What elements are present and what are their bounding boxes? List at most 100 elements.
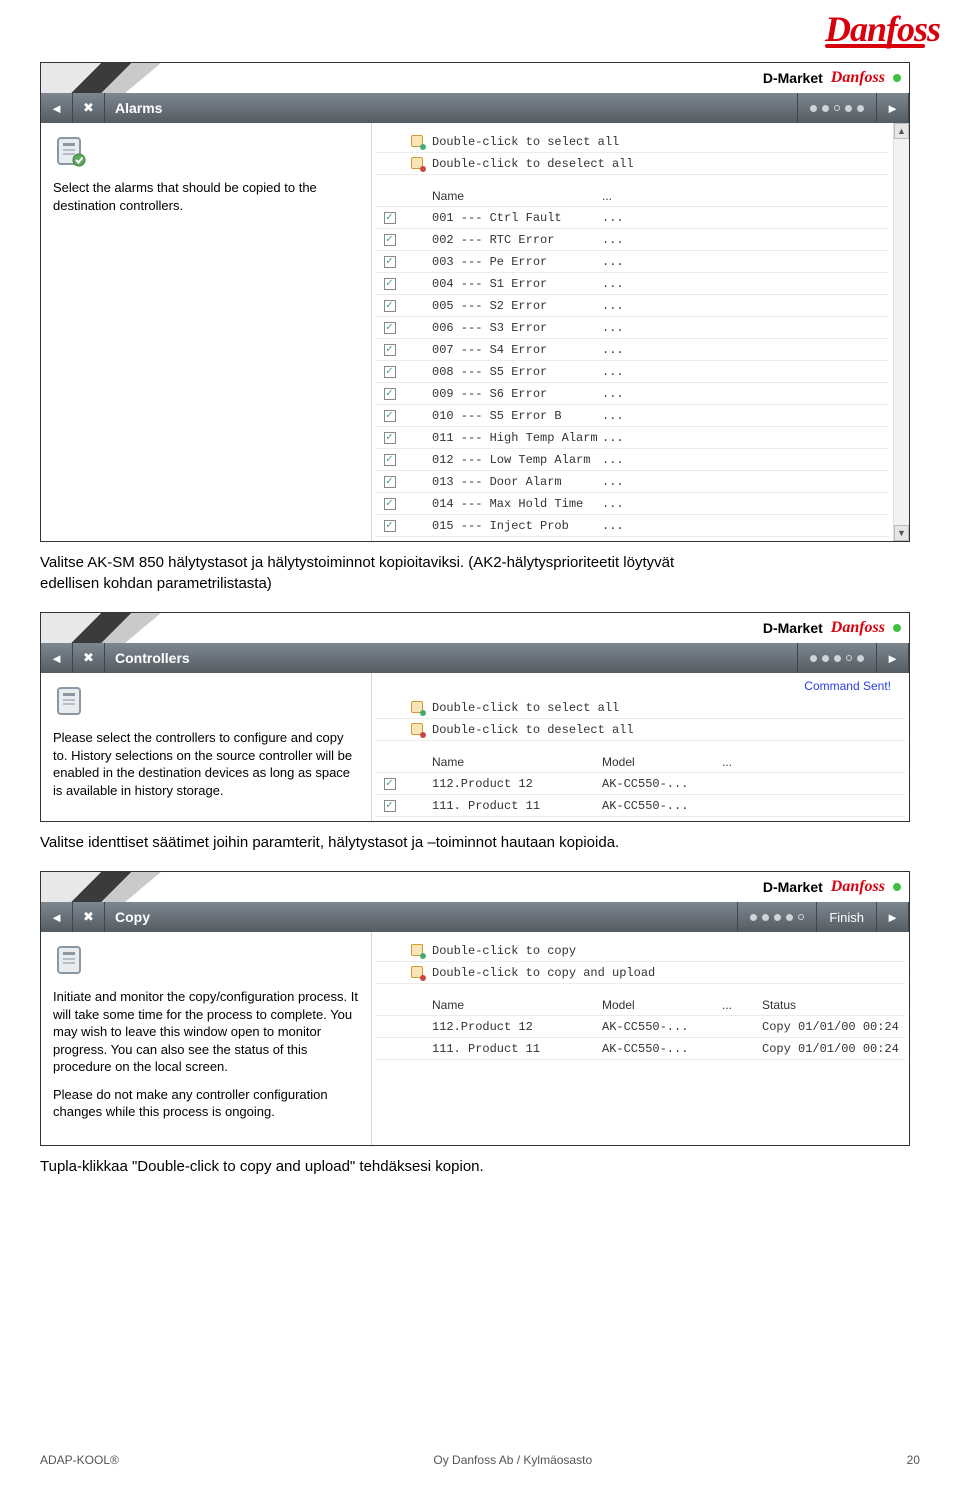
list-item[interactable]: 005 --- S2 Error... [376, 295, 889, 317]
footer-center: Oy Danfoss Ab / Kylmäosasto [433, 1453, 592, 1467]
checkbox[interactable] [384, 234, 396, 246]
list-item[interactable]: 012 --- Low Temp Alarm... [376, 449, 889, 471]
list-item[interactable]: 002 --- RTC Error... [376, 229, 889, 251]
close-button[interactable]: ✖ [73, 643, 105, 673]
list-item[interactable]: 006 --- S3 Error... [376, 317, 889, 339]
copy-row[interactable]: Double-click to copy [376, 940, 905, 962]
finish-button[interactable]: Finish [817, 902, 877, 932]
caption-2: Valitse identtiset säätimet joihin param… [40, 832, 920, 853]
toolbar-title: Controllers [105, 643, 798, 673]
header-label: D-Market [763, 879, 823, 895]
checkbox[interactable] [384, 778, 396, 790]
list-item[interactable]: 111. Product 11AK-CC550-... [376, 795, 905, 817]
status-dot-icon [893, 74, 901, 82]
item-name: 012 --- Low Temp Alarm [432, 453, 602, 467]
checkbox[interactable] [384, 212, 396, 224]
item-status: Copy 01/01/00 00:24 [762, 1020, 905, 1034]
item-name: 013 --- Door Alarm [432, 475, 602, 489]
command-sent-label: Command Sent! [804, 679, 891, 693]
item-name: 004 --- S1 Error [432, 277, 602, 291]
corner-art [41, 613, 161, 643]
window-controllers: D-Market Danfoss ◄ ✖ Controllers ► Pleas… [40, 612, 910, 822]
list-item[interactable]: 011 --- High Temp Alarm... [376, 427, 889, 449]
list-item[interactable]: 111. Product 11AK-CC550-...Copy 01/01/00… [376, 1038, 905, 1060]
list-item[interactable]: 010 --- S5 Error B... [376, 405, 889, 427]
instructions: Initiate and monitor the copy/configurat… [53, 988, 359, 1121]
item-status: Copy 01/01/00 00:24 [762, 1042, 905, 1056]
item-name: 010 --- S5 Error B [432, 409, 602, 423]
close-button[interactable]: ✖ [73, 902, 105, 932]
header-logo-icon: Danfoss [831, 69, 885, 87]
list-header: Name Model ... Status [376, 994, 905, 1016]
item-name: 005 --- S2 Error [432, 299, 602, 313]
checkbox[interactable] [384, 256, 396, 268]
list-item[interactable]: 014 --- Max Hold Time... [376, 493, 889, 515]
instructions: Select the alarms that should be copied … [53, 179, 359, 214]
deselect-all-row[interactable]: Double-click to deselect all [376, 153, 889, 175]
item-name: 015 --- Inject Prob [432, 519, 602, 533]
checkbox[interactable] [384, 278, 396, 290]
copy-upload-row[interactable]: Double-click to copy and upload [376, 962, 905, 984]
select-all-icon [411, 701, 425, 715]
item-name: 008 --- S5 Error [432, 365, 602, 379]
checkbox[interactable] [384, 322, 396, 334]
back-button[interactable]: ◄ [41, 93, 73, 123]
checkbox[interactable] [384, 498, 396, 510]
select-all-row[interactable]: Double-click to select all [376, 697, 905, 719]
list-item[interactable]: 013 --- Door Alarm... [376, 471, 889, 493]
toolbar: ◄ ✖ Alarms ► [41, 93, 909, 123]
checkbox[interactable] [384, 410, 396, 422]
list-item[interactable]: 112.Product 12AK-CC550-... Copy 01/01/00 … [376, 1016, 905, 1038]
checkbox[interactable] [384, 432, 396, 444]
checkbox[interactable] [384, 800, 396, 812]
item-name: 112.Product 12 [432, 1020, 602, 1034]
back-button[interactable]: ◄ [41, 902, 73, 932]
deselect-all-icon [411, 157, 425, 171]
checkbox[interactable] [384, 388, 396, 400]
list-item[interactable]: 112.Product 12AK-CC550-... [376, 773, 905, 795]
page-footer: ADAP-KOOL® Oy Danfoss Ab / Kylmäosasto 2… [40, 1453, 920, 1467]
scrollbar[interactable]: ▲ ▼ [893, 123, 909, 541]
checkbox[interactable] [384, 366, 396, 378]
list-item[interactable]: 001 --- Ctrl Fault... [376, 207, 889, 229]
caption-1: Valitse AK-SM 850 hälytystasot ja hälyty… [40, 552, 920, 594]
list-item[interactable]: 009 --- S6 Error... [376, 383, 889, 405]
progress-dots [798, 93, 877, 123]
forward-button[interactable]: ► [877, 93, 909, 123]
copy-upload-icon [411, 966, 425, 980]
corner-art [41, 872, 161, 902]
item-name: 002 --- RTC Error [432, 233, 602, 247]
deselect-all-row[interactable]: Double-click to deselect all [376, 719, 905, 741]
header-label: D-Market [763, 620, 823, 636]
close-button[interactable]: ✖ [73, 93, 105, 123]
forward-button[interactable]: ► [877, 643, 909, 673]
list-item[interactable]: 003 --- Pe Error... [376, 251, 889, 273]
header-logo-icon: Danfoss [831, 878, 885, 896]
select-all-icon [411, 135, 425, 149]
list-item[interactable]: 008 --- S5 Error... [376, 361, 889, 383]
select-all-row[interactable]: Double-click to select all [376, 131, 889, 153]
toolbar: ◄ ✖ Copy Finish ► [41, 902, 909, 932]
item-name: 014 --- Max Hold Time [432, 497, 602, 511]
forward-button[interactable]: ► [877, 902, 909, 932]
scroll-up-button[interactable]: ▲ [894, 123, 909, 139]
item-name: 001 --- Ctrl Fault [432, 211, 602, 225]
corner-art [41, 63, 161, 93]
toolbar-title: Copy [105, 902, 738, 932]
checkbox[interactable] [384, 344, 396, 356]
list-item[interactable]: 004 --- S1 Error... [376, 273, 889, 295]
checkbox[interactable] [384, 476, 396, 488]
checkbox[interactable] [384, 520, 396, 532]
scroll-down-button[interactable]: ▼ [894, 525, 909, 541]
list-item[interactable]: 015 --- Inject Prob... [376, 515, 889, 537]
list-item[interactable]: 007 --- S4 Error... [376, 339, 889, 361]
item-model: AK-CC550-... [602, 1020, 722, 1034]
checkbox[interactable] [384, 300, 396, 312]
footer-left: ADAP-KOOL® [40, 1453, 119, 1467]
item-name: 006 --- S3 Error [432, 321, 602, 335]
item-model: AK-CC550-... [602, 777, 722, 791]
back-button[interactable]: ◄ [41, 643, 73, 673]
checkbox[interactable] [384, 454, 396, 466]
progress-dots [738, 902, 817, 932]
header-logo-icon: Danfoss [831, 619, 885, 637]
